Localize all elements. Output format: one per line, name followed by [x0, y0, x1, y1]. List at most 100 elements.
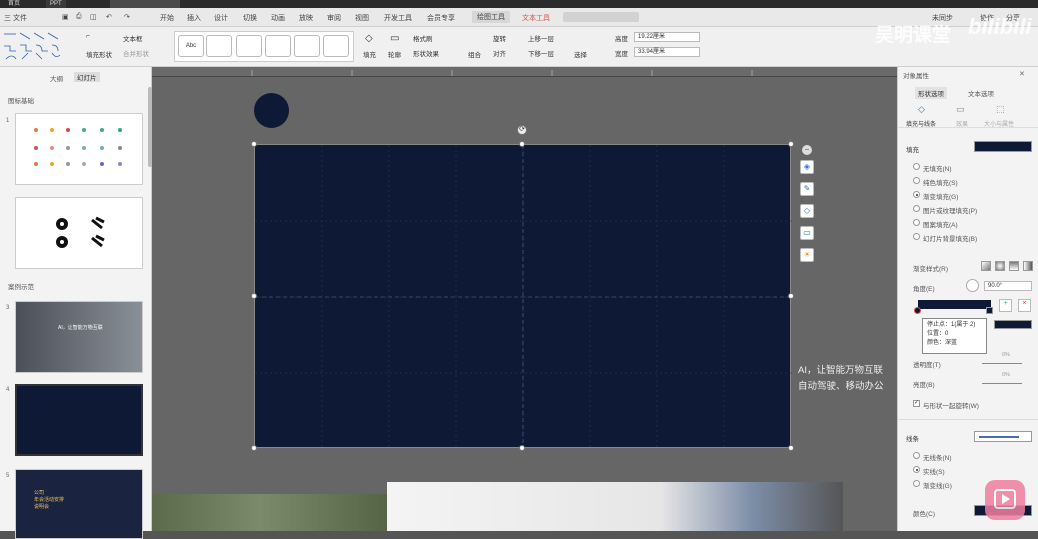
select-button[interactable]: 选择 — [574, 49, 587, 59]
pen-icon[interactable]: ✎ — [800, 182, 814, 196]
style-swatch-3[interactable]: Abc — [236, 35, 262, 57]
style-swatch-2[interactable]: Abc — [206, 35, 232, 57]
bring-forward-button[interactable]: 上移一层 — [528, 33, 554, 43]
menu-animation[interactable]: 动画 — [271, 13, 285, 23]
radio-gradient-line[interactable] — [913, 480, 920, 487]
rotate-handle-icon[interactable]: ⟳ — [517, 125, 527, 135]
save-icon[interactable]: ▣ — [62, 13, 69, 21]
align-button[interactable]: 对齐 — [493, 48, 506, 58]
tab-text-options[interactable]: 文本选项 — [968, 88, 994, 98]
doc-tab[interactable]: PPT — [46, 0, 66, 8]
stop-color-picker[interactable] — [994, 320, 1032, 329]
gradient-rect-icon[interactable] — [1009, 261, 1019, 271]
add-stop-icon[interactable]: + — [999, 299, 1012, 312]
fill-bucket-icon[interactable]: ◇ — [800, 204, 814, 218]
tab-drawing-tools[interactable]: 绘图工具 — [472, 11, 510, 23]
resize-handle-se[interactable] — [788, 445, 794, 451]
undo-icon[interactable]: ↶ — [106, 13, 112, 21]
radio-picture-fill[interactable] — [913, 205, 920, 212]
angle-dial[interactable] — [966, 279, 979, 292]
merge-shape-button[interactable]: 合并形状 — [123, 48, 149, 58]
menu-insert[interactable]: 插入 — [187, 13, 201, 23]
resize-handle-sw[interactable] — [251, 445, 257, 451]
fill-line-icon[interactable]: ◇ — [918, 104, 925, 115]
preview-icon[interactable]: ◫ — [90, 13, 97, 21]
radio-no-fill[interactable] — [913, 163, 920, 170]
fill-button[interactable]: 填充 — [363, 49, 376, 59]
resize-handle-ne[interactable] — [788, 141, 794, 147]
rotate-with-shape-checkbox[interactable]: ✓ — [913, 400, 920, 407]
angle-input[interactable]: 90.0° — [984, 281, 1032, 291]
radio-solid-fill[interactable] — [913, 177, 920, 184]
style-swatch-4[interactable]: Abc — [265, 35, 291, 57]
home-tab[interactable]: 首页 — [4, 0, 24, 8]
fill-format-label[interactable]: 填充形状 — [86, 49, 112, 59]
slide-thumb-1[interactable] — [15, 113, 143, 185]
resize-handle-s[interactable] — [519, 445, 525, 451]
fill-section-title[interactable]: 填充 — [906, 144, 919, 154]
print-icon[interactable]: ⎙ — [76, 13, 82, 21]
slide-side-text-1[interactable]: AI，让智能万物互联 — [798, 362, 883, 376]
send-backward-button[interactable]: 下移一层 — [528, 48, 554, 58]
shape-effects-button[interactable]: 形状效果 — [413, 48, 439, 58]
menu-slideshow[interactable]: 放映 — [299, 13, 313, 23]
slide-side-text-2[interactable]: 自动驾驶、移动办公 — [798, 378, 884, 392]
menu-developer[interactable]: 开发工具 — [384, 13, 412, 23]
menu-home[interactable]: 开始 — [160, 13, 174, 23]
gradient-path-icon[interactable] — [1023, 261, 1033, 271]
line-section-title[interactable]: 线条 — [906, 433, 919, 443]
medical-photo[interactable] — [387, 482, 843, 531]
menu-transition[interactable]: 切换 — [243, 13, 257, 23]
fill-format-icon[interactable]: ⌐ — [86, 33, 90, 40]
frame-icon[interactable]: ▭ — [800, 226, 814, 240]
redo-icon[interactable]: ↷ — [124, 13, 130, 21]
style-swatch-1[interactable]: Abc — [178, 35, 204, 57]
close-icon[interactable]: ✕ — [1019, 70, 1025, 78]
active-doc-tab[interactable] — [110, 0, 180, 8]
textbox-button[interactable]: 文本框 — [123, 33, 143, 43]
section-title-1[interactable]: 图标基础 — [8, 95, 34, 105]
gradient-bar[interactable] — [918, 300, 991, 309]
group-button[interactable]: 组合 — [468, 49, 481, 59]
slide-thumb-2[interactable] — [15, 197, 143, 269]
resize-handle-n[interactable] — [519, 141, 525, 147]
slide-thumb-4[interactable] — [15, 384, 143, 456]
radio-solid-line[interactable] — [913, 466, 920, 473]
gradient-radial-icon[interactable] — [995, 261, 1005, 271]
file-menu[interactable]: 三 文件 — [4, 13, 27, 23]
radio-background-fill[interactable] — [913, 233, 920, 240]
gradient-stop-2[interactable] — [986, 307, 993, 314]
collapse-icon[interactable]: − — [802, 145, 812, 155]
layers-icon[interactable]: ◈ — [800, 160, 814, 174]
menu-member[interactable]: 会员专享 — [427, 13, 455, 23]
slide-thumb-5[interactable]: 公司 年会活动安排 说明会 — [15, 469, 143, 539]
fill-icon[interactable]: ◇ — [365, 33, 373, 44]
format-brush-button[interactable]: 格式刷 — [413, 33, 433, 43]
tab-outline[interactable]: 大纲 — [50, 73, 63, 83]
size-icon[interactable]: ⬚ — [996, 104, 1005, 115]
resize-handle-nw[interactable] — [251, 141, 257, 147]
outline-button[interactable]: 轮廓 — [388, 49, 401, 59]
radio-gradient-fill[interactable] — [913, 191, 920, 198]
radio-no-line[interactable] — [913, 452, 920, 459]
gradient-linear-icon[interactable] — [981, 261, 991, 271]
menu-design[interactable]: 设计 — [214, 13, 228, 23]
tab-slides[interactable]: 幻灯片 — [74, 72, 100, 82]
search-box[interactable] — [563, 12, 639, 22]
selected-rectangle-shape[interactable] — [254, 144, 792, 449]
brightness-slider[interactable] — [982, 383, 1022, 384]
gradient-stop-1[interactable] — [914, 307, 921, 314]
style-swatch-5[interactable]: Abc — [294, 35, 320, 57]
tab-text-tools[interactable]: 文本工具 — [522, 13, 550, 23]
style-swatch-6[interactable]: Abc — [323, 35, 349, 57]
outline-icon[interactable]: ▭ — [390, 33, 399, 44]
resize-handle-e[interactable] — [788, 293, 794, 299]
play-button[interactable] — [985, 480, 1025, 520]
rotate-button[interactable]: 旋转 — [493, 33, 506, 43]
resize-handle-w[interactable] — [251, 293, 257, 299]
height-input[interactable]: 19.22厘米 — [634, 32, 700, 42]
circle-shape[interactable] — [254, 93, 289, 128]
delete-stop-icon[interactable]: × — [1018, 299, 1031, 312]
effects-icon[interactable]: ▭ — [956, 104, 965, 115]
section-title-2[interactable]: 案例示范 — [8, 281, 34, 291]
